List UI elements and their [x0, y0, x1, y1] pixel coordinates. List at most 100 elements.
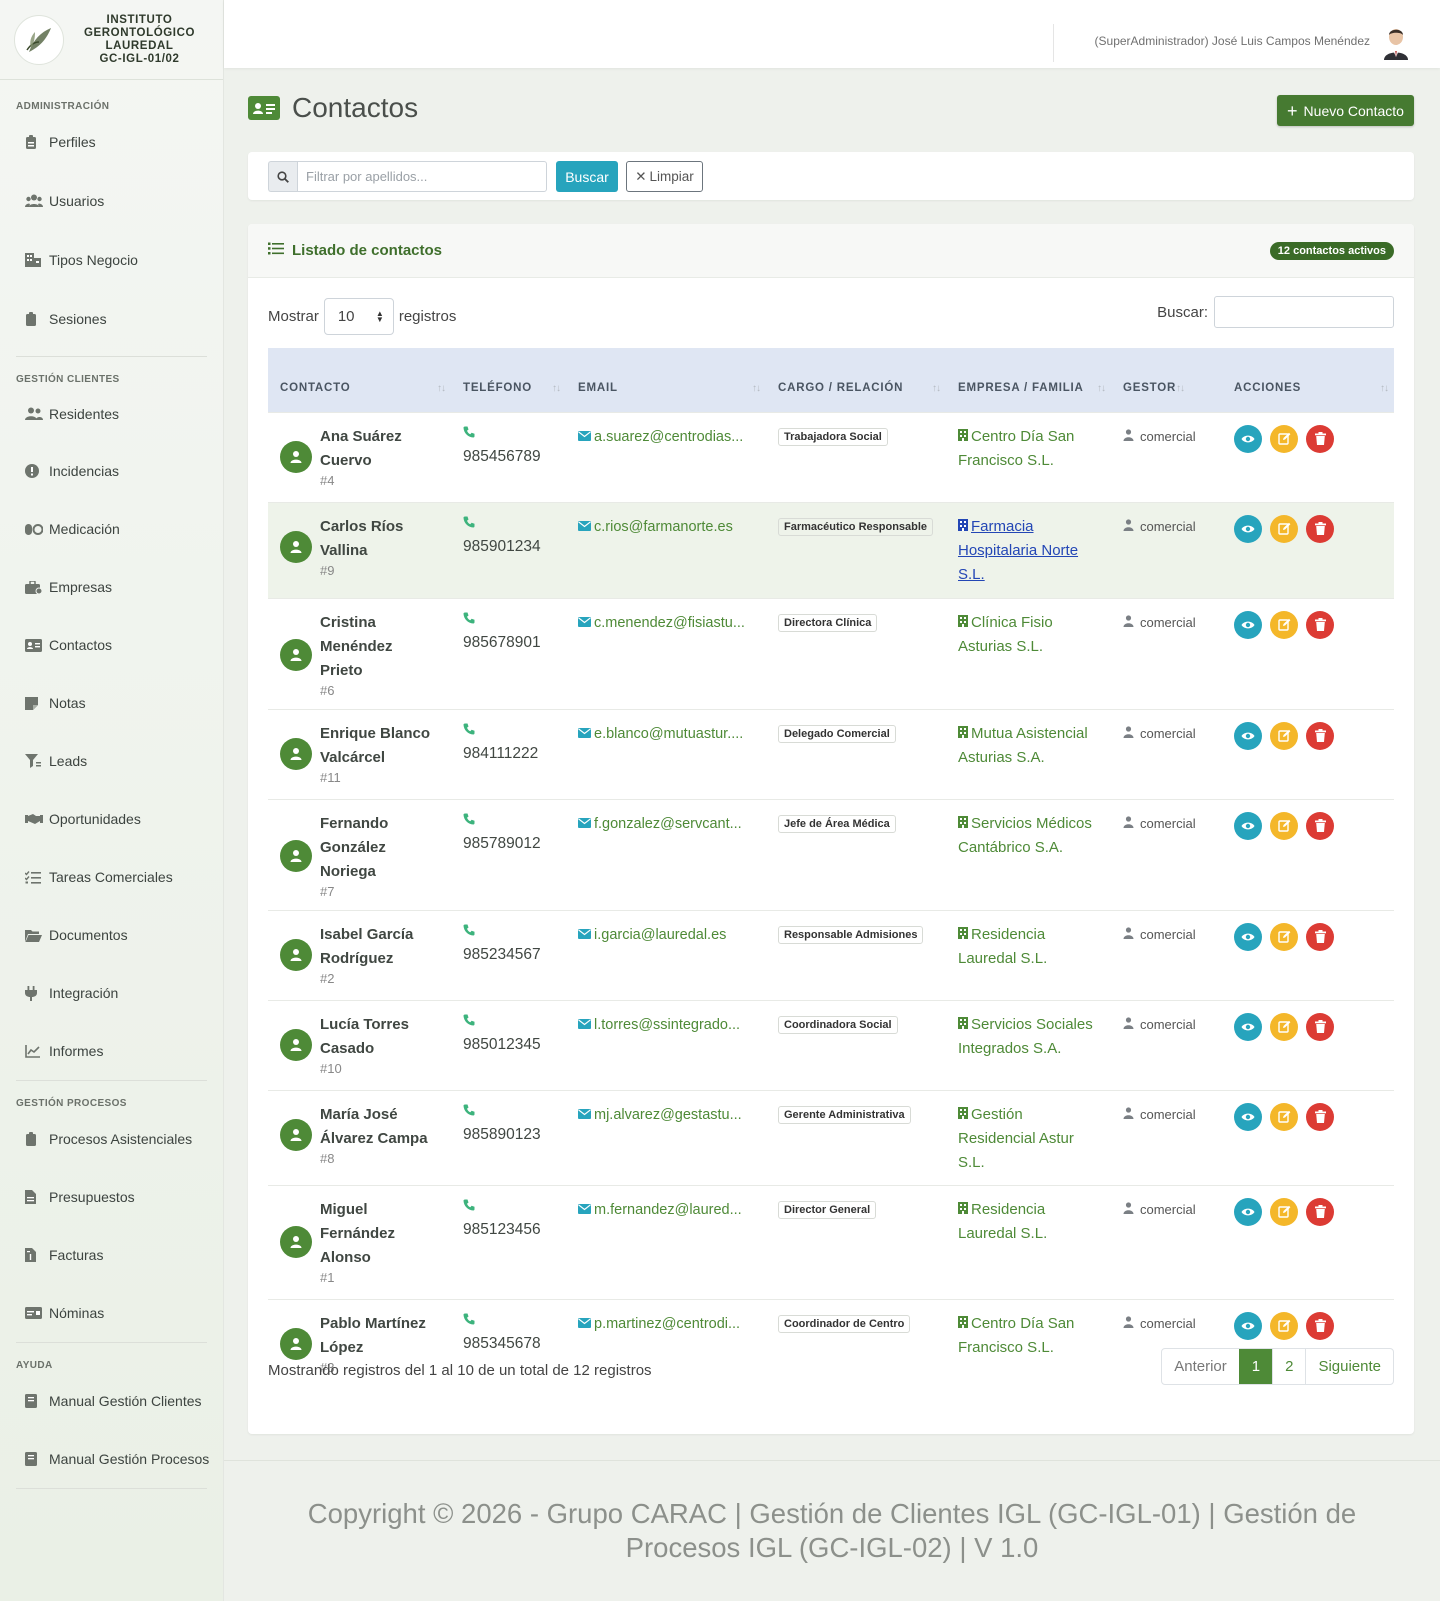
phone-number[interactable]: 985890123	[463, 1121, 554, 1149]
view-button[interactable]	[1234, 922, 1262, 951]
phone-number[interactable]: 985456789	[463, 443, 554, 471]
sidebar-item-presupuestos[interactable]: Presupuestos	[0, 1168, 223, 1226]
edit-button[interactable]	[1270, 1012, 1298, 1041]
sidebar-item-sesiones[interactable]: Sesiones	[0, 289, 223, 348]
empresa-link[interactable]: Servicios Médicos Cantábrico S.A.	[958, 812, 1099, 860]
delete-button[interactable]	[1306, 1102, 1334, 1131]
delete-button[interactable]	[1306, 514, 1334, 543]
view-button[interactable]	[1234, 1197, 1262, 1226]
table-row[interactable]: Fernando González Noriega #7 985789012 f.go…	[268, 799, 1394, 910]
view-button[interactable]	[1234, 721, 1262, 750]
empresa-link[interactable]: Farmacia Hospitalaria Norte S.L.	[958, 515, 1099, 587]
sidebar-item-oportunidades[interactable]: Oportunidades	[0, 790, 223, 848]
table-row[interactable]: María José Álvarez Campa #8 985890123 mj.al…	[268, 1090, 1394, 1185]
table-row[interactable]: Enrique Blanco Valcárcel #11 984111222 e.bl…	[268, 709, 1394, 799]
table-row[interactable]: Cristina Menéndez Prieto #6 985678901 c.men…	[268, 598, 1394, 709]
delete-button[interactable]	[1306, 1012, 1334, 1041]
sidebar-item-manual-procesos[interactable]: Manual Gestión Procesos	[0, 1430, 223, 1488]
table-search-input[interactable]	[1214, 296, 1394, 328]
view-button[interactable]	[1234, 1012, 1262, 1041]
email-link[interactable]: p.martinez@centrodi...	[578, 1312, 754, 1336]
sidebar-item-medicacion[interactable]: Medicación	[0, 500, 223, 558]
edit-button[interactable]	[1270, 424, 1298, 453]
sidebar-item-facturas[interactable]: Facturas	[0, 1226, 223, 1284]
edit-button[interactable]	[1270, 1311, 1298, 1340]
contact-name[interactable]: Pablo Martínez López	[320, 1312, 439, 1360]
empresa-link[interactable]: Residencia Lauredal S.L.	[958, 923, 1099, 971]
phone-number[interactable]: 985789012	[463, 830, 554, 858]
column-header-cargo[interactable]: CARGO / RELACIÓN ↑↓	[766, 348, 946, 412]
phone-number[interactable]: 985012345	[463, 1031, 554, 1059]
edit-button[interactable]	[1270, 610, 1298, 639]
sidebar-item-perfiles[interactable]: Perfiles	[0, 112, 223, 171]
contact-name[interactable]: María José Álvarez Campa	[320, 1103, 439, 1151]
delete-button[interactable]	[1306, 424, 1334, 453]
delete-button[interactable]	[1306, 1311, 1334, 1340]
delete-button[interactable]	[1306, 721, 1334, 750]
user-name[interactable]: (SuperAdministrador) José Luis Campos Me…	[1095, 34, 1370, 48]
column-header-empresa[interactable]: EMPRESA / FAMILIA ↑↓	[946, 348, 1111, 412]
edit-button[interactable]	[1270, 721, 1298, 750]
sidebar-item-residentes[interactable]: Residentes	[0, 385, 223, 442]
empresa-link[interactable]: Gestión Residencial Astur S.L.	[958, 1103, 1099, 1175]
phone-number[interactable]: 984111222	[463, 740, 554, 768]
empresa-link[interactable]: Clínica Fisio Asturias S.L.	[958, 611, 1099, 659]
user-avatar[interactable]	[1378, 24, 1414, 60]
edit-button[interactable]	[1270, 922, 1298, 951]
contact-name[interactable]: Miguel Fernández Alonso	[320, 1198, 439, 1270]
table-row[interactable]: Isabel García Rodríguez #2 985234567 i.garc…	[268, 910, 1394, 1000]
brand[interactable]: INSTITUTO GERONTOLÓGICO LAUREDAL GC-IGL-…	[0, 0, 223, 80]
pagination-page-2[interactable]: 2	[1272, 1349, 1305, 1384]
email-link[interactable]: f.gonzalez@servcant...	[578, 812, 754, 836]
new-contact-button[interactable]: + Nuevo Contacto	[1277, 95, 1414, 126]
page-length-select[interactable]: 10 ▲ ▼	[323, 298, 394, 335]
surname-filter-input[interactable]	[297, 161, 547, 192]
contact-name[interactable]: Carlos Ríos Vallina	[320, 515, 439, 563]
delete-button[interactable]	[1306, 811, 1334, 840]
email-link[interactable]: c.menendez@fisiastu...	[578, 611, 754, 635]
column-header-email[interactable]: EMAIL ↑↓	[566, 348, 766, 412]
email-link[interactable]: e.blanco@mutuastur....	[578, 722, 754, 746]
delete-button[interactable]	[1306, 1197, 1334, 1226]
contact-name[interactable]: Fernando González Noriega	[320, 812, 439, 884]
email-link[interactable]: mj.alvarez@gestastu...	[578, 1103, 754, 1127]
sidebar-item-incidencias[interactable]: Incidencias	[0, 442, 223, 500]
email-link[interactable]: i.garcia@lauredal.es	[578, 923, 754, 947]
email-link[interactable]: m.fernandez@laured...	[578, 1198, 754, 1222]
view-button[interactable]	[1234, 424, 1262, 453]
sidebar-item-procesos-asistenciales[interactable]: Procesos Asistenciales	[0, 1109, 223, 1168]
delete-button[interactable]	[1306, 922, 1334, 951]
clear-button[interactable]: ✕ Limpiar	[626, 161, 703, 192]
table-row[interactable]: Carlos Ríos Vallina #9 985901234 c.rios@far…	[268, 502, 1394, 598]
column-header-telefono[interactable]: TELÉFONO ↑↓	[451, 348, 566, 412]
phone-number[interactable]: 985345678	[463, 1330, 554, 1358]
edit-button[interactable]	[1270, 1197, 1298, 1226]
phone-number[interactable]: 985234567	[463, 941, 554, 969]
sidebar-item-nominas[interactable]: Nóminas	[0, 1284, 223, 1342]
phone-number[interactable]: 985901234	[463, 533, 554, 561]
table-row[interactable]: Ana Suárez Cuervo #4 985456789 a.suarez@cen…	[268, 412, 1394, 502]
contact-name[interactable]: Isabel García Rodríguez	[320, 923, 439, 971]
empresa-link[interactable]: Residencia Lauredal S.L.	[958, 1198, 1099, 1246]
sidebar-item-leads[interactable]: Leads	[0, 732, 223, 790]
sidebar-item-contactos[interactable]: Contactos	[0, 616, 223, 674]
contact-name[interactable]: Enrique Blanco Valcárcel	[320, 722, 439, 770]
pagination-prev[interactable]: Anterior	[1162, 1349, 1239, 1384]
column-header-acciones[interactable]: ACCIONES ↑↓	[1234, 348, 1394, 412]
empresa-link[interactable]: Centro Día San Francisco S.L.	[958, 425, 1099, 473]
view-button[interactable]	[1234, 1102, 1262, 1131]
contact-name[interactable]: Lucía Torres Casado	[320, 1013, 439, 1061]
table-row[interactable]: Lucía Torres Casado #10 985012345 l.torres@…	[268, 1000, 1394, 1090]
search-button[interactable]: Buscar	[556, 161, 618, 192]
sidebar-item-usuarios[interactable]: Usuarios	[0, 171, 223, 230]
sidebar-item-empresas[interactable]: Empresas	[0, 558, 223, 616]
sidebar-item-documentos[interactable]: Documentos	[0, 906, 223, 964]
view-button[interactable]	[1234, 514, 1262, 543]
table-row[interactable]: Miguel Fernández Alonso #1 985123456 m.fern…	[268, 1185, 1394, 1299]
column-header-contacto[interactable]: CONTACTO ↑↓	[268, 348, 451, 412]
edit-button[interactable]	[1270, 514, 1298, 543]
sidebar-item-informes[interactable]: Informes	[0, 1022, 223, 1080]
sidebar-item-integracion[interactable]: Integración	[0, 964, 223, 1022]
sidebar-item-manual-clientes[interactable]: Manual Gestión Clientes	[0, 1371, 223, 1430]
edit-button[interactable]	[1270, 811, 1298, 840]
